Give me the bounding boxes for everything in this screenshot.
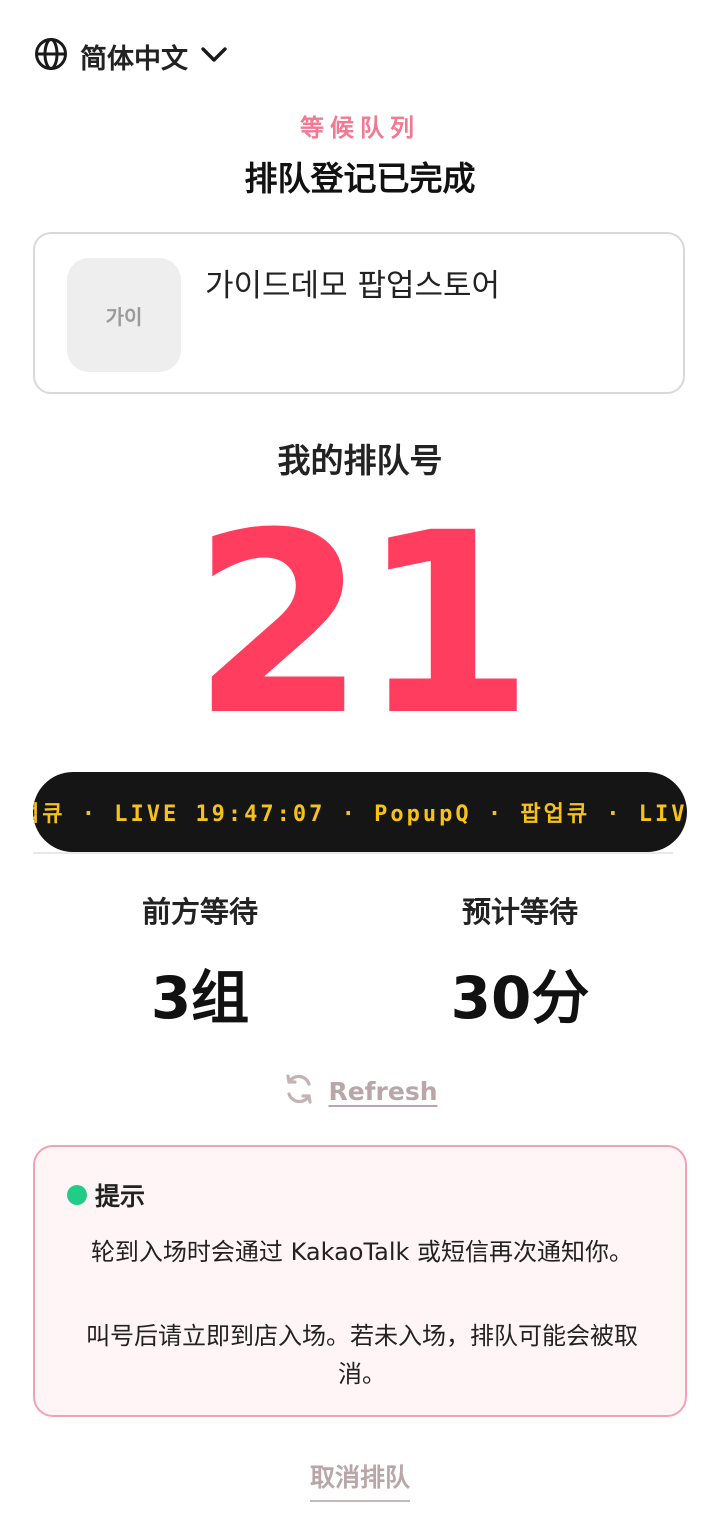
green-dot-icon (67, 1185, 87, 1205)
cancel-queue-label: 取消排队 (309, 1458, 410, 1502)
language-selector[interactable]: 简体中文 (34, 36, 228, 76)
refresh-icon (282, 1072, 316, 1110)
estimated-wait-value: 30分 (450, 964, 590, 1032)
queue-number: 21 (192, 479, 534, 770)
refresh-label: Refresh (328, 1076, 438, 1106)
groups-ahead-value: 3组 (150, 964, 250, 1032)
stat-estimated-wait: 预计等待 30分 (370, 892, 670, 1036)
notice-header: 提示 (67, 1177, 145, 1213)
notice-line-cancel-warning: 叫号后请立即到店入场。若未入场，排队可能会被取消。 (86, 1322, 638, 1388)
live-ticker: 업큐 · LIVE 19:47:07 · PopupQ · 팝업큐 · LIVE… (33, 772, 687, 852)
divider (33, 852, 673, 854)
notice-title: 提示 (95, 1182, 146, 1211)
groups-ahead-label: 前方等待 (141, 895, 258, 929)
queue-complete-page: 简体中文 等候队列 排队登记已完成 가이 가이드데모 팝업스토어 我的排队号 2… (0, 0, 720, 1534)
my-queue-number-label: 我的排队号 (277, 441, 443, 480)
language-label: 简体中文 (80, 43, 188, 75)
chevron-down-icon (200, 44, 228, 68)
queue-subtitle: 等候队列 (300, 114, 420, 142)
store-thumbnail: 가이 (67, 258, 181, 372)
store-card: 가이 가이드데모 팝업스토어 (33, 232, 685, 394)
cancel-queue-button[interactable]: 取消排队 (0, 1458, 720, 1502)
notice-line-kakaotalk: 轮到入场时会通过 KakaoTalk 或短信再次通知你。 (90, 1238, 634, 1266)
globe-icon (34, 37, 68, 75)
notice-box: 提示 轮到入场时会通过 KakaoTalk 或短信再次通知你。 叫号后请立即到店… (33, 1145, 687, 1417)
ticker-text: 업큐 · LIVE 19:47:07 · PopupQ · 팝업큐 · LIVE… (33, 802, 687, 827)
store-name: 가이드데모 팝업스토어 (205, 268, 501, 304)
stat-groups-ahead: 前方等待 3组 (50, 892, 350, 1036)
refresh-button[interactable]: Refresh (0, 1072, 720, 1110)
estimated-wait-label: 预计等待 (461, 895, 578, 929)
page-title: 排队登记已完成 (244, 159, 476, 198)
